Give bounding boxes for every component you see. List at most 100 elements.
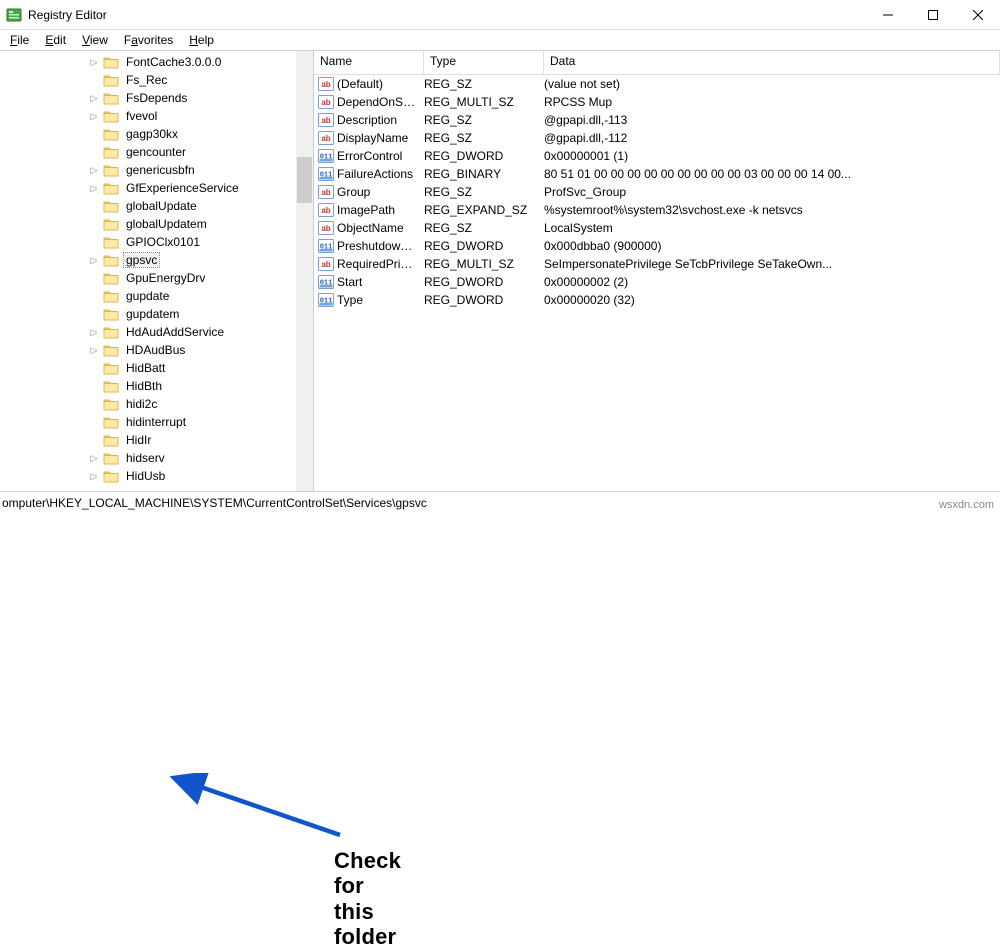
column-header-type[interactable]: Type <box>424 51 544 74</box>
folder-icon <box>102 73 120 87</box>
tree-expander-icon[interactable]: ▷ <box>88 255 100 266</box>
menu-favorites[interactable]: Favorites <box>116 31 181 49</box>
tree-item-gpioclx0101[interactable]: GPIOClx0101 <box>0 233 313 251</box>
tree-item-hidi2c[interactable]: hidi2c <box>0 395 313 413</box>
tree-expander-icon[interactable]: ▷ <box>88 165 100 176</box>
folder-icon <box>102 451 120 465</box>
value-data: ProfSvc_Group <box>544 185 1000 199</box>
tree-item-globalupdate[interactable]: globalUpdate <box>0 197 313 215</box>
list-row[interactable]: abRequiredPrivileg...REG_MULTI_SZSeImper… <box>314 255 1000 273</box>
value-data: @gpapi.dll,-113 <box>544 113 1000 127</box>
tree-item-globalupdatem[interactable]: globalUpdatem <box>0 215 313 233</box>
maximize-button[interactable] <box>910 0 955 30</box>
list-row[interactable]: 011PreshutdownTi...REG_DWORD0x000dbba0 (… <box>314 237 1000 255</box>
tree-item-label: genericusbfn <box>124 163 197 177</box>
tree-item-fs-rec[interactable]: Fs_Rec <box>0 71 313 89</box>
tree-item-gencounter[interactable]: gencounter <box>0 143 313 161</box>
tree-expander-icon[interactable]: ▷ <box>88 345 100 356</box>
tree-item-hidbth[interactable]: HidBth <box>0 377 313 395</box>
tree-item-label: fvevol <box>124 109 159 123</box>
value-name: Type <box>337 293 424 307</box>
tree-item-fvevol[interactable]: ▷ fvevol <box>0 107 313 125</box>
tree-item-hidir[interactable]: HidIr <box>0 431 313 449</box>
tree-item-gupdate[interactable]: gupdate <box>0 287 313 305</box>
menu-help[interactable]: Help <box>181 31 222 49</box>
tree-item-gagp30kx[interactable]: gagp30kx <box>0 125 313 143</box>
folder-icon <box>102 433 120 447</box>
string-value-icon: ab <box>317 77 335 91</box>
folder-icon <box>102 181 120 195</box>
tree-item-gfexperienceservice[interactable]: ▷GfExperienceService <box>0 179 313 197</box>
tree-item-hdaudbus[interactable]: ▷HDAudBus <box>0 341 313 359</box>
tree-item-genericusbfn[interactable]: ▷ genericusbfn <box>0 161 313 179</box>
list-row[interactable]: 011TypeREG_DWORD0x00000020 (32) <box>314 291 1000 309</box>
binary-value-icon: 011 <box>317 239 335 253</box>
value-data: LocalSystem <box>544 221 1000 235</box>
svg-text:ab: ab <box>321 116 330 125</box>
column-header-name[interactable]: Name <box>314 51 424 74</box>
scrollbar-thumb[interactable] <box>297 157 312 203</box>
string-value-icon: ab <box>317 221 335 235</box>
tree-expander-icon[interactable]: ▷ <box>88 93 100 104</box>
value-type: REG_SZ <box>424 77 544 91</box>
value-name: FailureActions <box>337 167 424 181</box>
folder-icon <box>102 379 120 393</box>
list-row[interactable]: abImagePathREG_EXPAND_SZ%systemroot%\sys… <box>314 201 1000 219</box>
string-value-icon: ab <box>317 203 335 217</box>
tree-item-hidusb[interactable]: ▷HidUsb <box>0 467 313 485</box>
tree-item-hidbatt[interactable]: HidBatt <box>0 359 313 377</box>
menu-bar: File Edit View Favorites Help <box>0 30 1000 49</box>
list-row[interactable]: 011FailureActionsREG_BINARY80 51 01 00 0… <box>314 165 1000 183</box>
tree-item-fontcache3-0-0-0[interactable]: ▷ FontCache3.0.0.0 <box>0 53 313 71</box>
tree-expander-icon[interactable]: ▷ <box>88 183 100 194</box>
list-row[interactable]: 011StartREG_DWORD0x00000002 (2) <box>314 273 1000 291</box>
folder-icon <box>102 415 120 429</box>
tree-expander-icon[interactable]: ▷ <box>88 57 100 68</box>
tree-item-gpuenergydrv[interactable]: GpuEnergyDrv <box>0 269 313 287</box>
svg-text:ab: ab <box>321 224 330 233</box>
value-name: ImagePath <box>337 203 424 217</box>
list-row[interactable]: abObjectNameREG_SZLocalSystem <box>314 219 1000 237</box>
close-button[interactable] <box>955 0 1000 30</box>
list-row[interactable]: 011ErrorControlREG_DWORD0x00000001 (1) <box>314 147 1000 165</box>
tree-item-label: FontCache3.0.0.0 <box>124 55 223 69</box>
list-row[interactable]: abDependOnServiceREG_MULTI_SZRPCSS Mup <box>314 93 1000 111</box>
svg-text:ab: ab <box>321 98 330 107</box>
binary-value-icon: 011 <box>317 293 335 307</box>
tree-item-gupdatem[interactable]: gupdatem <box>0 305 313 323</box>
tree-item-hdaudaddservice[interactable]: ▷ HdAudAddService <box>0 323 313 341</box>
tree-expander-icon[interactable]: ▷ <box>88 111 100 122</box>
list-row[interactable]: abDescriptionREG_SZ@gpapi.dll,-113 <box>314 111 1000 129</box>
status-path: omputer\HKEY_LOCAL_MACHINE\SYSTEM\Curren… <box>2 496 427 510</box>
value-type: REG_SZ <box>424 185 544 199</box>
value-type: REG_MULTI_SZ <box>424 257 544 271</box>
string-value-icon: ab <box>317 95 335 109</box>
value-name: Group <box>337 185 424 199</box>
folder-icon <box>102 199 120 213</box>
list-row[interactable]: ab(Default)REG_SZ(value not set) <box>314 75 1000 93</box>
tree-expander-icon[interactable]: ▷ <box>88 453 100 464</box>
tree-item-hidserv[interactable]: ▷hidserv <box>0 449 313 467</box>
scrollbar-track[interactable] <box>296 51 313 491</box>
watermark: wsxdn.com <box>939 499 994 511</box>
list-row[interactable]: abGroupREG_SZProfSvc_Group <box>314 183 1000 201</box>
column-header-data[interactable]: Data <box>544 51 1000 74</box>
value-type: REG_DWORD <box>424 275 544 289</box>
tree-item-fsdepends[interactable]: ▷FsDepends <box>0 89 313 107</box>
folder-icon <box>102 127 120 141</box>
list-row[interactable]: abDisplayNameREG_SZ@gpapi.dll,-112 <box>314 129 1000 147</box>
tree-item-hidinterrupt[interactable]: hidinterrupt <box>0 413 313 431</box>
tree-expander-icon[interactable]: ▷ <box>88 471 100 482</box>
menu-edit[interactable]: Edit <box>37 31 74 49</box>
menu-view[interactable]: View <box>74 31 116 49</box>
menu-file[interactable]: File <box>2 31 37 49</box>
tree-pane[interactable]: ▷FontCache3.0.0.0Fs_Rec▷FsDepends▷fvevol… <box>0 51 314 491</box>
minimize-button[interactable] <box>865 0 910 30</box>
tree-item-label: HdAudAddService <box>124 325 226 339</box>
tree-item-label: GpuEnergyDrv <box>124 271 207 285</box>
tree-item-gpsvc[interactable]: ▷gpsvc <box>0 251 313 269</box>
list-pane[interactable]: Name Type Data ab(Default)REG_SZ(value n… <box>314 51 1000 491</box>
tree-expander-icon[interactable]: ▷ <box>88 327 100 338</box>
tree-item-label: gupdatem <box>124 307 181 321</box>
status-bar: omputer\HKEY_LOCAL_MACHINE\SYSTEM\Curren… <box>0 491 1000 513</box>
